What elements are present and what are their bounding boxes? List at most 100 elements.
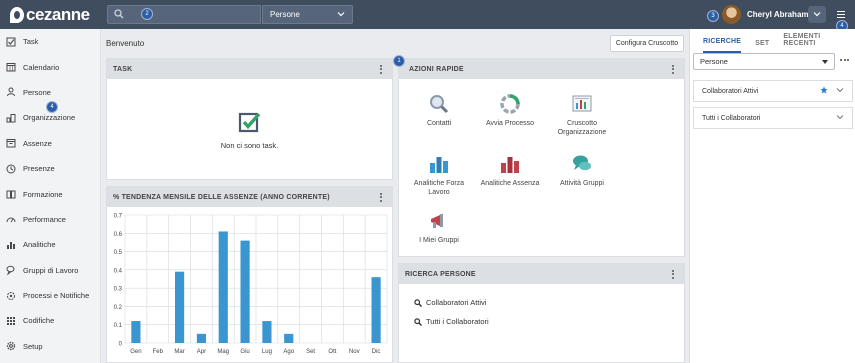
star-icon[interactable] bbox=[820, 86, 828, 96]
search-icon bbox=[414, 317, 422, 326]
x-tick-label: Feb bbox=[153, 349, 164, 355]
quick-action-label: Contatti bbox=[426, 120, 452, 127]
x-tick-label: Nov bbox=[349, 349, 360, 355]
chevron-down-icon[interactable] bbox=[836, 114, 844, 122]
user-menu-toggle[interactable] bbox=[808, 6, 826, 23]
people-search-header: RICERCA PERSONE bbox=[399, 264, 684, 284]
quick-actions-header: AZIONI RAPIDE bbox=[399, 59, 684, 79]
select-value: Persone bbox=[700, 57, 728, 66]
absence-calendar-icon bbox=[5, 138, 16, 149]
sidebar-item-processi-e-notifiche[interactable]: Processi e Notifiche bbox=[0, 283, 100, 308]
tab-ricerche[interactable]: RICERCHE bbox=[703, 38, 742, 53]
search-type-select[interactable]: Persone bbox=[693, 53, 835, 70]
quick-action-i-miei-gruppi[interactable]: I Miei Gruppi bbox=[404, 210, 474, 245]
hint-badge: 2 bbox=[141, 8, 153, 20]
y-tick-label: 0.7 bbox=[114, 214, 123, 220]
task-card: TASK Non ci sono task. bbox=[106, 58, 393, 180]
sidebar-item-label: Calendario bbox=[23, 62, 60, 72]
saved-search-row[interactable]: Collaboratori Attivi bbox=[693, 80, 853, 102]
trend-card-header: % TENDENZA MENSILE DELLE ASSENZE (ANNO C… bbox=[107, 187, 392, 207]
megaphone-icon bbox=[431, 214, 443, 228]
quick-action-label: Attività Gruppi bbox=[560, 180, 604, 187]
x-tick-label: Apr bbox=[197, 349, 206, 355]
chevron-down-icon[interactable] bbox=[836, 87, 844, 95]
sidebar-item-label: Setup bbox=[23, 341, 43, 351]
search-scope-select[interactable]: Persone bbox=[262, 5, 353, 24]
quick-action-label: Avvia Processo bbox=[485, 120, 535, 127]
sidebar-item-label: Formazione bbox=[23, 189, 63, 199]
sidebar-item-setup[interactable]: Setup bbox=[0, 334, 100, 359]
checkbox-icon bbox=[238, 112, 260, 133]
quick-action-label: Analitiche Forza Lavoro bbox=[413, 180, 465, 196]
search-input[interactable] bbox=[107, 5, 261, 24]
task-empty-state: Non ci sono task. bbox=[107, 111, 392, 150]
people-search-link[interactable]: Tutti i Collaboratori bbox=[414, 317, 489, 326]
chevron-down-icon bbox=[337, 10, 345, 19]
sidebar-item-gruppi-di-lavoro[interactable]: Gruppi di Lavoro bbox=[0, 258, 100, 283]
gauge-icon bbox=[5, 214, 16, 225]
more-options-icon[interactable] bbox=[670, 63, 676, 76]
more-options-icon[interactable] bbox=[840, 59, 849, 61]
quick-action-attivita-gruppi[interactable]: Attività Gruppi bbox=[547, 153, 617, 188]
search-link-label: Tutti i Collaboratori bbox=[426, 317, 489, 326]
card-title: % TENDENZA MENSILE DELLE ASSENZE (ANNO C… bbox=[113, 193, 330, 201]
sidebar-item-formazione[interactable]: Formazione bbox=[0, 181, 100, 206]
chat-bubbles-icon bbox=[5, 265, 16, 276]
cezanne-logo[interactable]: cezanne bbox=[0, 0, 103, 29]
process-gears-icon bbox=[5, 290, 16, 301]
user-menu[interactable]: Cheryl Abrahams bbox=[722, 5, 813, 24]
saved-search-row[interactable]: Tutti i Collaboratori bbox=[693, 107, 853, 129]
more-options-icon[interactable] bbox=[378, 191, 384, 204]
quick-action-label: Cruscotto Organizzazione bbox=[557, 120, 607, 136]
x-tick-label: Dic bbox=[372, 349, 381, 355]
quick-action-analitiche-forza-lavoro[interactable]: Analitiche Forza Lavoro bbox=[404, 153, 474, 197]
sidebar-item-codifiche[interactable]: Codifiche bbox=[0, 308, 100, 333]
search-icon bbox=[114, 8, 124, 21]
card-title: AZIONI RAPIDE bbox=[409, 65, 464, 73]
more-options-icon[interactable] bbox=[378, 63, 384, 76]
y-tick-label: 0.5 bbox=[114, 250, 123, 256]
tab-elementi-recenti[interactable]: ELEMENTI RECENTI bbox=[783, 33, 841, 53]
search-icon bbox=[414, 298, 422, 307]
search-scope-label: Persone bbox=[270, 10, 300, 19]
process-circle-icon bbox=[500, 94, 520, 114]
tab-set[interactable]: SET bbox=[755, 40, 769, 53]
sidebar-item-label: Analitiche bbox=[23, 240, 56, 250]
sidebar-item-assenze[interactable]: Assenze bbox=[0, 131, 100, 156]
task-card-header: TASK bbox=[107, 59, 392, 79]
sidebar-item-analitiche[interactable]: Analitiche bbox=[0, 232, 100, 257]
bar-ago bbox=[284, 333, 294, 343]
hint-badge: 4 bbox=[46, 101, 58, 113]
grid-icon bbox=[5, 315, 16, 326]
bar-lug bbox=[262, 321, 272, 343]
sidebar-item-performance[interactable]: Performance bbox=[0, 207, 100, 232]
logo-mark-icon bbox=[10, 6, 24, 23]
quick-action-cruscotto-organizzazione[interactable]: Cruscotto Organizzazione bbox=[547, 93, 617, 137]
absence-chart-icon bbox=[501, 157, 519, 173]
more-options-icon[interactable] bbox=[670, 268, 676, 281]
people-icon bbox=[5, 87, 16, 98]
saved-search-label: Collaboratori Attivi bbox=[702, 87, 759, 95]
absence-trend-chart: 0 0.1 0.2 0.3 0.4 0.5 0.6 0.7 Gen Feb Mar Apr Mag Giu… bbox=[114, 214, 388, 355]
right-panel: RICERCHE SET ELEMENTI RECENTI Persone Co… bbox=[689, 29, 855, 363]
quick-action-analitiche-assenza[interactable]: Analitiche Assenza bbox=[475, 153, 545, 188]
x-tick-label: Set bbox=[306, 349, 315, 355]
hint-badge: 1 bbox=[393, 55, 405, 67]
sidebar-item-task[interactable]: Task bbox=[0, 29, 100, 54]
sidebar-item-calendario[interactable]: Calendario bbox=[0, 54, 100, 79]
sidebar-item-presenze[interactable]: Presenze bbox=[0, 156, 100, 181]
quick-action-label: Analitiche Assenza bbox=[480, 180, 540, 187]
bar-dic bbox=[371, 277, 381, 343]
quick-action-avvia-processo[interactable]: Avvia Processo bbox=[475, 93, 545, 128]
quick-actions-card: AZIONI RAPIDE Contatti Avvia Processo Cr… bbox=[393, 55, 685, 257]
x-tick-label: Gen bbox=[130, 349, 141, 355]
sidebar-item-label: Persone bbox=[23, 87, 51, 97]
quick-action-contatti[interactable]: Contatti bbox=[404, 93, 474, 128]
configure-dashboard-button[interactable]: Configura Cruscotto bbox=[610, 35, 684, 52]
x-tick-label: Ago bbox=[283, 349, 294, 355]
dashboard-icon bbox=[572, 95, 592, 112]
people-search-link[interactable]: Collaboratori Attivi bbox=[414, 298, 486, 307]
sidebar-item-label: Performance bbox=[23, 214, 66, 224]
avatar bbox=[722, 5, 741, 24]
y-tick-label: 0.3 bbox=[114, 287, 123, 293]
